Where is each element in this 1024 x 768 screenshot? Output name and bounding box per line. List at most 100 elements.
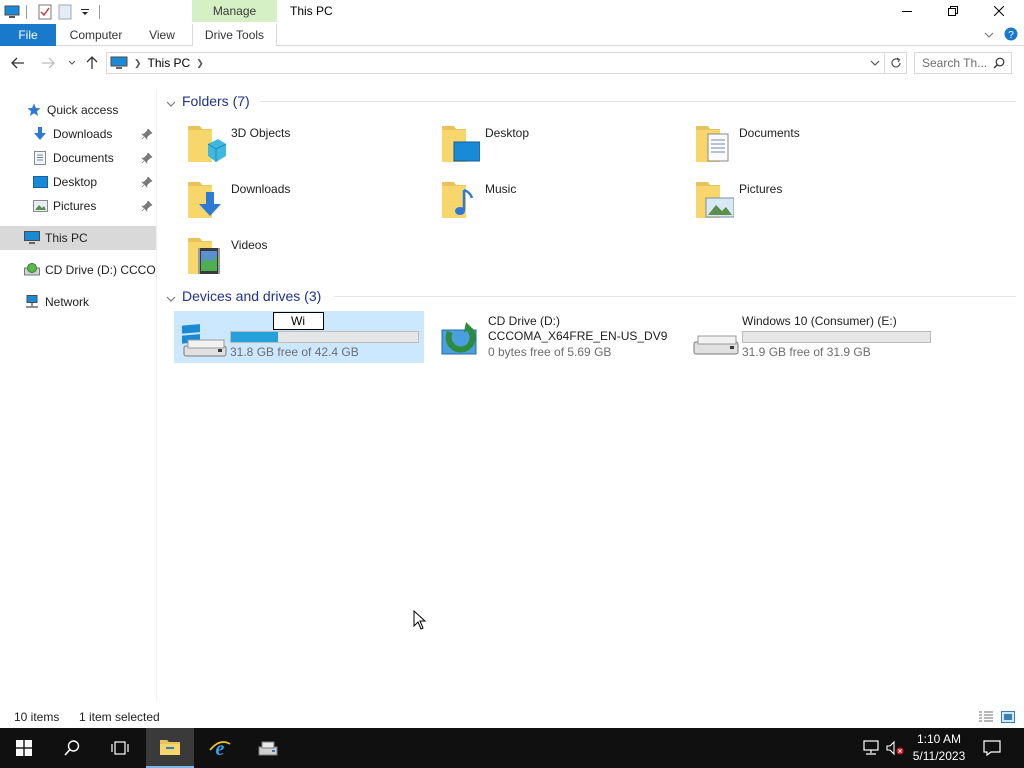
drive-name: CD Drive (D:) — [488, 314, 560, 328]
selection-count: 1 item selected — [79, 710, 160, 724]
taskbar-internet-explorer[interactable]: e — [196, 728, 244, 768]
folder-videos[interactable]: Videos — [160, 232, 400, 282]
folder-label: Pictures — [739, 182, 783, 196]
breadcrumb-separator-icon[interactable]: ❯ — [134, 58, 142, 69]
folder-3d-objects[interactable]: 3D Objects — [160, 120, 400, 170]
taskbar-server-manager[interactable] — [244, 728, 292, 768]
folder-pictures[interactable]: Pictures — [668, 176, 908, 226]
downloads-folder-icon — [182, 178, 226, 222]
tab-view[interactable]: View — [142, 24, 182, 46]
folder-downloads[interactable]: Downloads — [160, 176, 400, 226]
nav-item-label: Quick access — [47, 103, 119, 117]
drives-group-header[interactable]: Devices and drives (3) — [166, 285, 321, 307]
forward-arrow-icon — [42, 57, 55, 69]
breadcrumb-this-pc[interactable]: This PC — [148, 56, 191, 70]
nav-this-pc[interactable]: This PC — [0, 226, 156, 250]
taskbar: e 1:10 AM 5/11/2023 — [0, 728, 1024, 768]
nav-pictures[interactable]: Pictures — [0, 194, 156, 218]
up-arrow-icon — [86, 56, 98, 69]
recent-locations-button[interactable] — [64, 55, 80, 71]
task-view-button[interactable] — [96, 728, 144, 768]
help-icon[interactable]: ? — [1004, 27, 1018, 41]
system-clock[interactable]: 1:10 AM 5/11/2023 — [906, 731, 972, 765]
computer-icon[interactable] — [4, 4, 20, 20]
action-center-icon[interactable] — [982, 740, 1002, 756]
nav-desktop[interactable]: Desktop — [0, 170, 156, 194]
3d-objects-folder-icon — [182, 122, 227, 166]
nav-cd-drive[interactable]: CD Drive (D:) CCCOMA_X64FRE_EN-US_DV9 — [0, 258, 156, 282]
group-divider — [334, 296, 1016, 297]
drive-e[interactable]: Windows 10 (Consumer) (E:) 31.9 GB free … — [686, 311, 956, 363]
folders-group-header[interactable]: Folders (7) — [166, 90, 250, 112]
item-count: 10 items — [14, 710, 60, 724]
nav-network[interactable]: Network — [0, 290, 156, 314]
drive-volume-label: CCCOMA_X64FRE_EN-US_DV9 — [488, 329, 668, 343]
file-explorer-icon — [160, 740, 180, 755]
volume-muted-icon[interactable] — [886, 740, 904, 756]
content-pane: Folders (7) 3D Objects Desktop Documents… — [160, 86, 1020, 700]
drive-free-space: 0 bytes free of 5.69 GB — [488, 345, 612, 359]
large-icons-view-icon — [1001, 711, 1015, 723]
nav-downloads[interactable]: Downloads — [0, 122, 156, 146]
expand-ribbon-icon[interactable] — [982, 28, 996, 42]
toolbar-separator — [99, 5, 100, 19]
customize-toolbar-icon[interactable] — [77, 4, 93, 20]
tab-drive-tools[interactable]: Drive Tools — [192, 24, 277, 46]
refresh-icon — [890, 57, 901, 68]
large-icons-view-button[interactable] — [1000, 710, 1016, 724]
address-field[interactable]: ❯ This PC ❯ — [106, 52, 885, 74]
search-input[interactable]: Search Th... — [914, 52, 1012, 74]
back-button[interactable] — [10, 55, 26, 71]
address-history-dropdown[interactable] — [870, 57, 880, 71]
properties-icon[interactable] — [37, 4, 53, 20]
chevron-down-icon — [870, 60, 880, 66]
tab-manage[interactable]: Manage — [192, 0, 277, 22]
document-icon — [32, 150, 48, 166]
nav-item-label: Pictures — [53, 199, 97, 213]
internet-explorer-icon: e — [209, 738, 231, 758]
pin-icon[interactable] — [141, 200, 153, 212]
cd-drive-icon — [436, 316, 488, 360]
drive-c[interactable]: Wi 31.8 GB free of 42.4 GB — [174, 311, 424, 363]
clock-time: 1:10 AM — [916, 732, 962, 746]
rename-input[interactable]: Wi — [273, 312, 324, 330]
drive-d[interactable]: CD Drive (D:) CCCOMA_X64FRE_EN-US_DV9 0 … — [432, 311, 682, 363]
folder-music[interactable]: Music — [414, 176, 654, 226]
refresh-button[interactable] — [885, 52, 907, 74]
breadcrumb-separator-icon[interactable]: ❯ — [196, 58, 204, 69]
mouse-cursor-icon — [413, 610, 427, 630]
computer-icon — [110, 56, 128, 70]
start-button[interactable] — [0, 728, 48, 768]
computer-icon — [24, 230, 40, 246]
music-folder-icon — [436, 178, 480, 222]
nav-item-label: This PC — [45, 231, 88, 245]
folder-label: Videos — [231, 238, 268, 252]
new-folder-icon[interactable] — [57, 4, 73, 20]
search-button[interactable] — [48, 728, 96, 768]
pin-icon[interactable] — [141, 128, 153, 140]
nav-item-label: Downloads — [53, 127, 113, 141]
folder-desktop[interactable]: Desktop — [414, 120, 654, 170]
pin-icon[interactable] — [141, 176, 153, 188]
svg-text:e: e — [216, 738, 225, 758]
taskbar-file-explorer[interactable] — [146, 728, 194, 768]
nav-quick-access[interactable]: Quick access — [0, 98, 156, 122]
folder-documents[interactable]: Documents — [668, 120, 908, 170]
nav-documents[interactable]: Documents — [0, 146, 156, 170]
tab-computer[interactable]: Computer — [64, 24, 128, 46]
details-view-button[interactable] — [978, 710, 994, 724]
minimize-button[interactable] — [884, 0, 930, 22]
tab-file[interactable]: File — [0, 24, 56, 46]
pane-splitter[interactable] — [156, 90, 157, 700]
folder-label: Downloads — [231, 182, 291, 196]
forward-button[interactable] — [40, 55, 56, 71]
chevron-down-icon — [166, 96, 176, 107]
minimize-icon — [902, 11, 912, 12]
restore-button[interactable] — [930, 0, 976, 22]
close-button[interactable] — [976, 0, 1022, 22]
network-status-icon[interactable] — [862, 740, 880, 756]
close-icon — [994, 6, 1004, 16]
search-icon — [64, 740, 80, 756]
pin-icon[interactable] — [141, 152, 153, 164]
up-button[interactable] — [84, 55, 100, 71]
